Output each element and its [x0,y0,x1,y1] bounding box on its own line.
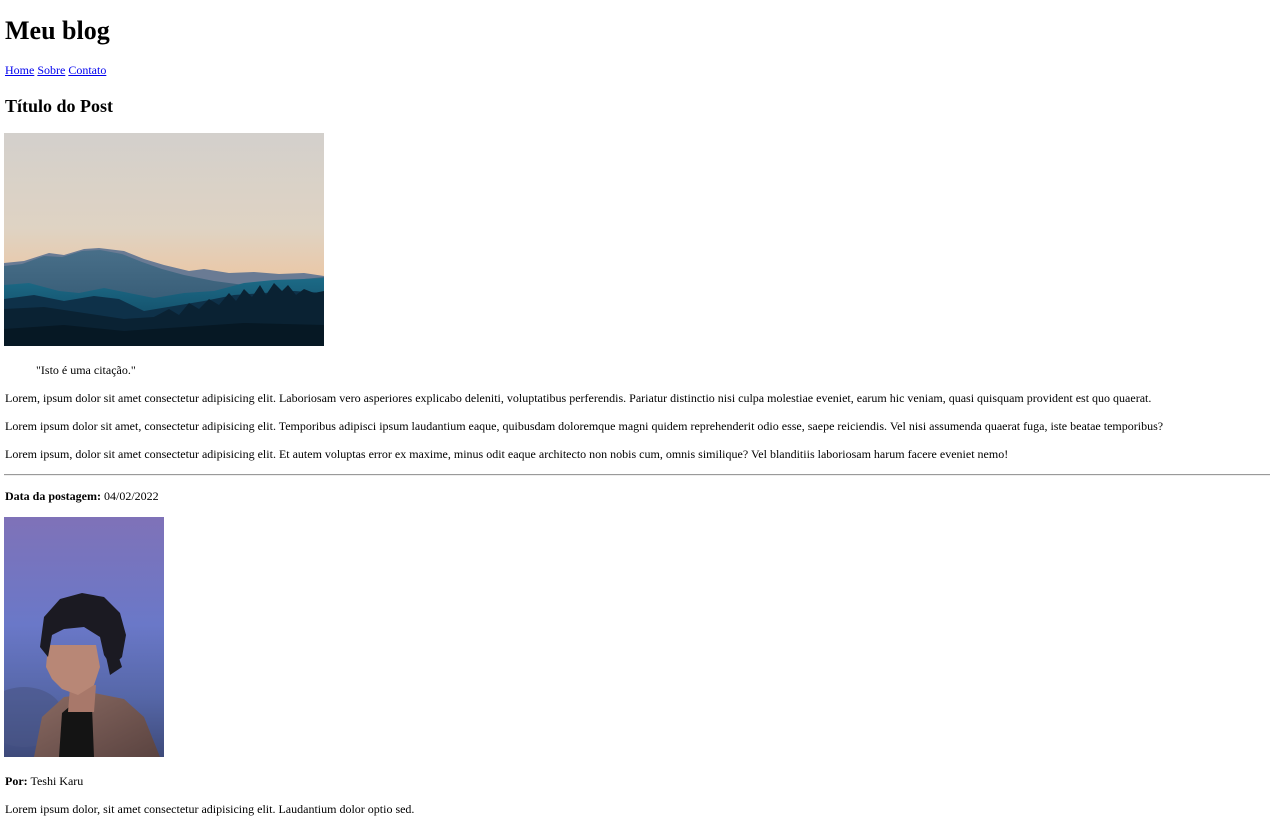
post-landscape-image [4,133,324,346]
post-date-label: Data da postagem: [5,489,101,503]
author-by-label: Por: [5,774,28,788]
post-title: Título do Post [5,96,114,116]
main-nav: Home Sobre Contato [5,62,106,78]
nav-link-home[interactable]: Home [5,63,34,77]
post-paragraph: Lorem ipsum dolor sit amet, consectetur … [5,419,1164,433]
author-byline: Por: Teshi Karu [5,773,83,789]
author-portrait-image [4,517,164,757]
post-quote: "Isto é uma citação." [36,363,136,377]
post-paragraph: Lorem ipsum, dolor sit amet consectetur … [5,447,1009,461]
post-date-value: 04/02/2022 [104,489,159,503]
post-date: Data da postagem: 04/02/2022 [5,488,159,504]
section-divider [4,474,1270,476]
blog-title: Meu blog [5,16,110,45]
nav-link-sobre[interactable]: Sobre [37,63,65,77]
author-name: Teshi Karu [30,774,84,788]
post-paragraph: Lorem, ipsum dolor sit amet consectetur … [5,391,1152,405]
nav-link-contato[interactable]: Contato [68,63,106,77]
author-bio: Lorem ipsum dolor, sit amet consectetur … [5,802,415,816]
